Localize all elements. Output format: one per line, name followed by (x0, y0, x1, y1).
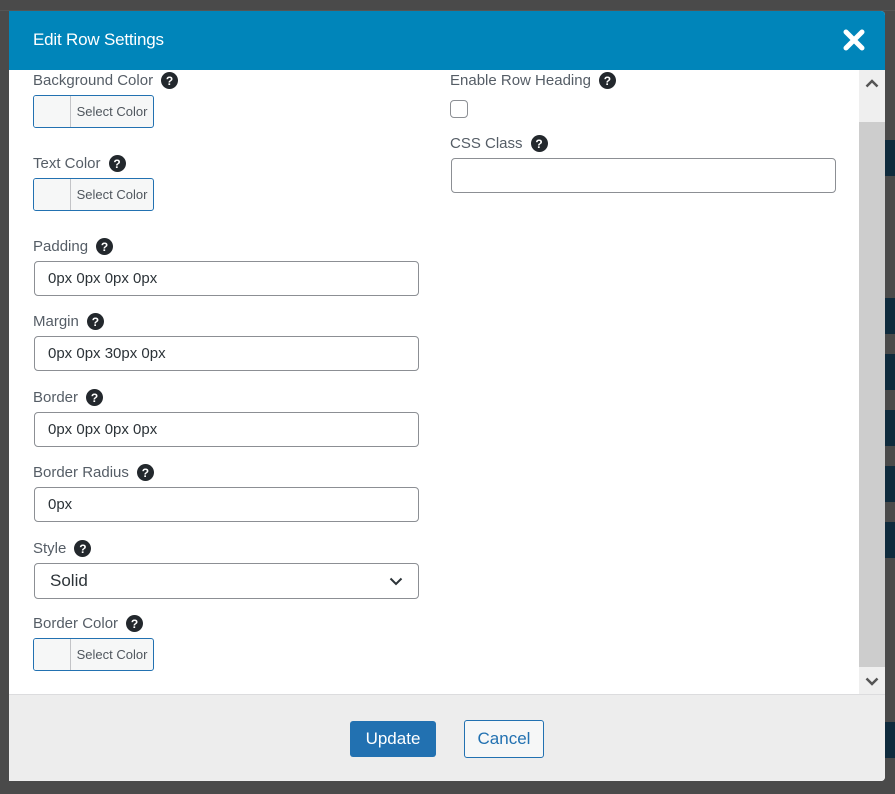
select-color-label: Select Color (76, 647, 148, 662)
help-icon[interactable]: ? (108, 155, 126, 172)
margin-input[interactable]: 0px 0px 30px 0px (34, 336, 419, 371)
padding-input[interactable]: 0px 0px 0px 0px (34, 261, 419, 296)
border-input[interactable]: 0px 0px 0px 0px (34, 412, 419, 447)
border-color-label: Border Color ? (33, 615, 144, 632)
help-icon[interactable]: ? (86, 389, 104, 406)
color-swatch (34, 179, 71, 210)
css-class-label: CSS Class ? (450, 135, 548, 152)
help-icon[interactable]: ? (136, 464, 154, 481)
color-swatch (34, 96, 71, 127)
style-select[interactable]: Solid (34, 563, 419, 599)
scroll-down-button[interactable] (859, 668, 885, 694)
update-button[interactable]: Update (350, 721, 436, 757)
edit-row-settings-modal: Edit Row Settings Background Color ? Sel… (9, 11, 885, 781)
chevron-down-icon (389, 577, 403, 585)
cancel-button[interactable]: Cancel (464, 720, 544, 758)
help-icon[interactable]: ? (126, 615, 144, 632)
help-icon[interactable]: ? (86, 313, 104, 330)
style-selected-value: Solid (50, 571, 88, 590)
backdrop-panel (885, 354, 895, 390)
chevron-down-icon (865, 677, 879, 686)
select-color-label: Select Color (76, 187, 148, 202)
style-label: Style ? (33, 540, 92, 557)
close-button[interactable] (841, 27, 867, 53)
border-label: Border ? (33, 389, 104, 406)
enable-row-heading-label: Enable Row Heading ? (450, 72, 616, 89)
text-color-picker-button[interactable]: Select Color (33, 178, 154, 211)
background-color-label: Background Color ? (33, 72, 179, 89)
chevron-up-icon (865, 78, 879, 87)
help-icon[interactable]: ? (598, 72, 616, 89)
margin-label: Margin ? (33, 313, 104, 330)
backdrop-panel (885, 298, 895, 334)
background-color-picker-button[interactable]: Select Color (33, 95, 154, 128)
help-icon[interactable]: ? (530, 135, 548, 152)
scrollbar-thumb[interactable] (859, 122, 885, 667)
vertical-scrollbar[interactable] (859, 70, 885, 694)
modal-footer: Update Cancel (9, 694, 885, 781)
border-radius-input[interactable]: 0px (34, 487, 419, 522)
backdrop-panel (885, 140, 895, 176)
padding-label: Padding ? (33, 238, 114, 255)
border-radius-label: Border Radius ? (33, 464, 154, 481)
modal-title: Edit Row Settings (33, 30, 164, 49)
backdrop-panel (885, 722, 895, 758)
scroll-up-button[interactable] (859, 70, 885, 96)
css-class-input[interactable] (451, 158, 836, 193)
modal-header: Edit Row Settings (9, 11, 885, 70)
help-icon[interactable]: ? (74, 540, 92, 557)
backdrop-panel (885, 410, 895, 446)
backdrop-panel (885, 522, 895, 558)
text-color-label: Text Color ? (33, 155, 126, 172)
modal-body: Background Color ? Select Color Text Col… (9, 70, 859, 694)
help-icon[interactable]: ? (96, 238, 114, 255)
close-icon (843, 29, 865, 51)
select-color-label: Select Color (76, 104, 148, 119)
enable-row-heading-checkbox[interactable] (450, 100, 468, 118)
color-swatch (34, 639, 71, 670)
border-color-picker-button[interactable]: Select Color (33, 638, 154, 671)
help-icon[interactable]: ? (161, 72, 179, 89)
backdrop-panel (885, 466, 895, 502)
